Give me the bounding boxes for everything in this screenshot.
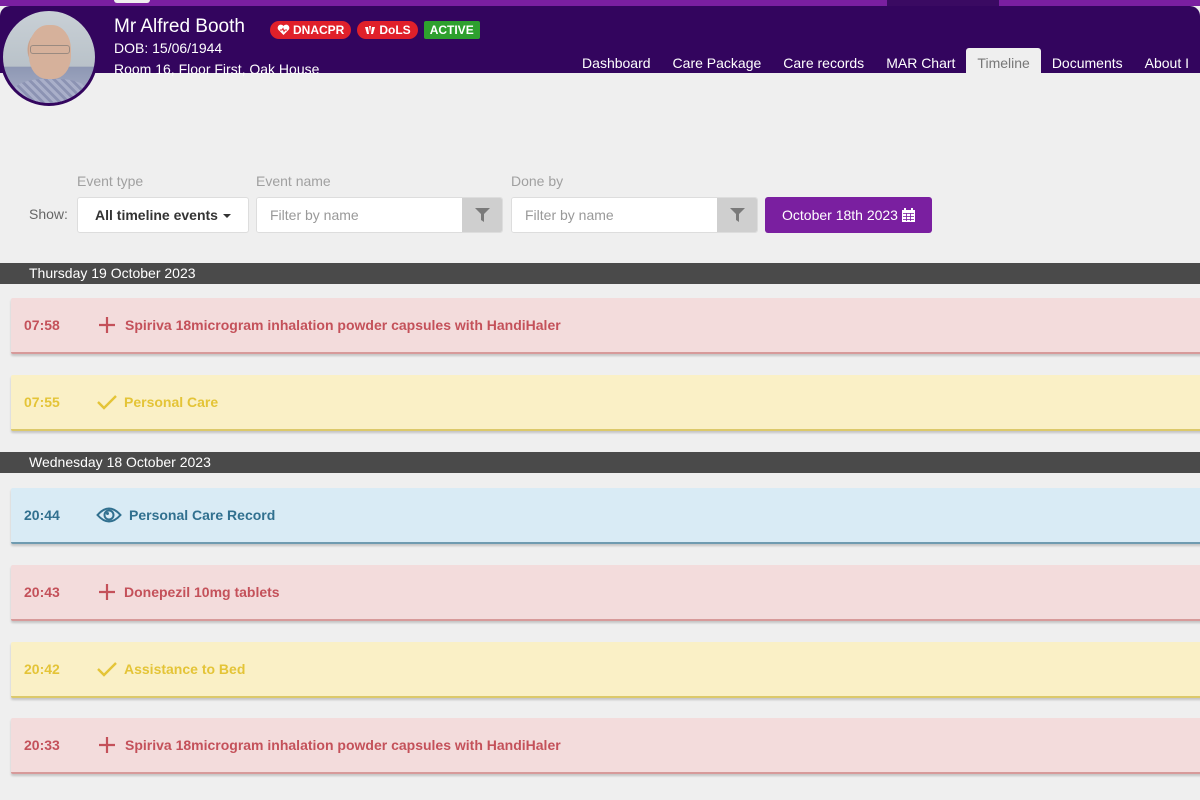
dols-badge-label: DoLS — [379, 23, 411, 37]
patient-avatar — [0, 8, 98, 106]
date-value: October 18th 2023 — [782, 207, 898, 223]
done-by-input[interactable] — [512, 198, 717, 232]
status-badge-label: ACTIVE — [429, 23, 474, 37]
event-time: 07:58 — [24, 317, 60, 333]
main-nav: Dashboard Care Package Care records MAR … — [571, 48, 1200, 79]
tab-care-records[interactable]: Care records — [772, 48, 875, 79]
tab-timeline[interactable]: Timeline — [966, 48, 1041, 79]
event-type-label: Event type — [77, 173, 144, 189]
timeline-event[interactable]: 07:55 Personal Care — [11, 375, 1200, 431]
heart-icon — [277, 24, 290, 35]
event-time: 07:55 — [24, 394, 60, 410]
patient-badges: DNACPR DoLS ACTIVE — [270, 21, 480, 39]
top-tab-left — [114, 0, 150, 3]
tab-care-package[interactable]: Care Package — [662, 48, 773, 79]
event-type-dropdown[interactable]: All timeline events — [77, 197, 249, 233]
event-name-label: Event name — [256, 173, 331, 189]
caret-down-icon — [222, 214, 231, 218]
event-title: Donepezil 10mg tablets — [124, 584, 280, 600]
event-name-input[interactable] — [257, 198, 462, 232]
event-time: 20:33 — [24, 737, 60, 753]
event-time: 20:42 — [24, 661, 60, 677]
tab-about[interactable]: About I — [1134, 48, 1200, 79]
event-title: Personal Care Record — [129, 507, 276, 523]
hands-icon — [365, 26, 376, 34]
day-header: Thursday 19 October 2023 — [0, 263, 1200, 284]
check-icon — [96, 658, 118, 680]
dnacpr-badge-label: DNACPR — [293, 23, 345, 37]
day-header: Wednesday 18 October 2023 — [0, 452, 1200, 473]
plus-icon — [96, 581, 118, 603]
timeline-event[interactable]: 07:58 Spiriva 18microgram inhalation pow… — [11, 298, 1200, 354]
patient-header: Mr Alfred Booth DNACPR DoLS ACTIVE DOB: … — [0, 6, 1200, 79]
done-by-filter — [511, 197, 758, 233]
timeline-event[interactable]: 20:44 Personal Care Record — [11, 488, 1200, 544]
event-time: 20:44 — [24, 507, 60, 523]
event-type-value: All timeline events — [95, 207, 218, 223]
filter-icon — [474, 208, 490, 222]
done-by-filter-button[interactable] — [717, 198, 757, 232]
check-icon — [96, 391, 118, 413]
patient-name: Mr Alfred Booth — [114, 16, 245, 37]
tab-mar-chart[interactable]: MAR Chart — [875, 48, 966, 79]
date-picker-button[interactable]: October 18th 2023 — [765, 197, 932, 233]
eye-icon — [96, 504, 122, 526]
patient-room: Room 16, Floor First, Oak House — [114, 61, 320, 77]
status-badge: ACTIVE — [423, 21, 480, 39]
calendar-icon — [901, 208, 915, 222]
tab-documents[interactable]: Documents — [1041, 48, 1134, 79]
event-title: Spiriva 18microgram inhalation powder ca… — [125, 317, 561, 333]
done-by-label: Done by — [511, 173, 564, 189]
plus-icon — [96, 314, 118, 336]
event-title: Personal Care — [124, 394, 219, 410]
filter-icon — [729, 208, 745, 222]
timeline-event[interactable]: 20:33 Spiriva 18microgram inhalation pow… — [11, 718, 1200, 774]
dnacpr-badge[interactable]: DNACPR — [270, 21, 352, 39]
event-name-filter-button[interactable] — [462, 198, 502, 232]
event-name-filter — [256, 197, 503, 233]
plus-icon — [96, 734, 118, 756]
event-title: Assistance to Bed — [124, 661, 246, 677]
event-title: Spiriva 18microgram inhalation powder ca… — [125, 737, 561, 753]
event-time: 20:43 — [24, 584, 60, 600]
timeline-filters: Event type Event name Done by Show: All … — [0, 170, 1200, 240]
show-label: Show: — [29, 206, 68, 222]
patient-dob: DOB: 15/06/1944 — [114, 40, 223, 56]
timeline-event[interactable]: 20:42 Assistance to Bed — [11, 642, 1200, 698]
dols-badge[interactable]: DoLS — [357, 21, 418, 39]
timeline-event[interactable]: 20:43 Donepezil 10mg tablets — [11, 565, 1200, 621]
tab-dashboard[interactable]: Dashboard — [571, 48, 662, 79]
